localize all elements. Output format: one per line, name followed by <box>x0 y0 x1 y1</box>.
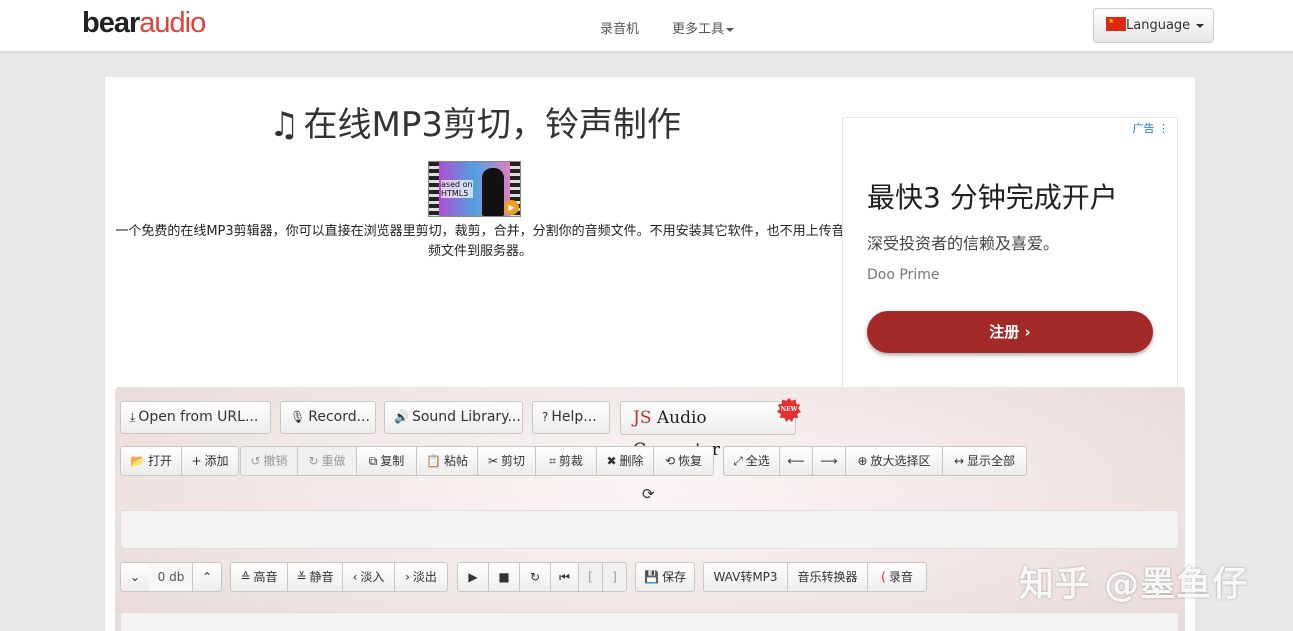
save-button[interactable]: 💾 保存 <box>635 562 695 592</box>
redo-icon: ↻ <box>308 454 319 468</box>
more-vert-icon: ⋮ <box>1158 122 1169 135</box>
stop-icon: ■ <box>498 570 510 584</box>
paste-icon: 📋 <box>426 454 441 468</box>
top-navbar: bearaudio 录音机 更多工具 Language <box>0 0 1293 52</box>
move-right-button[interactable]: ⟶ <box>812 446 846 476</box>
sound-library-button[interactable]: 🔊 Sound Library... <box>384 401 523 434</box>
volume-down-button[interactable]: ⌄ <box>120 562 150 592</box>
show-all-button[interactable]: ↔ 显示全部 <box>942 446 1027 476</box>
microphone-icon: 🎙 <box>290 410 306 424</box>
chevron-down-icon: ⌄ <box>129 570 141 584</box>
move-left-button[interactable]: ⟵ <box>779 446 813 476</box>
select-all-button[interactable]: ⤢ 全选 <box>723 446 780 476</box>
wav-to-mp3-button[interactable]: WAV转MP3 <box>703 562 788 592</box>
volume-icon: 🔊 <box>394 410 409 424</box>
arrow-right-icon: ⟶ <box>820 454 838 468</box>
new-badge: NEW <box>777 398 801 422</box>
angle-right-icon: › <box>405 570 410 584</box>
play-button[interactable]: ▶ <box>457 562 489 592</box>
page-title: ♫ 在线MP3剪切，铃声制作 <box>269 105 681 145</box>
crop-button[interactable]: ⌗ 剪裁 <box>535 446 597 476</box>
fade-out-button[interactable]: › 淡出 <box>394 562 448 592</box>
volume-up-button[interactable]: ⌃ <box>192 562 222 592</box>
film-strip-left <box>429 162 439 216</box>
refresh-icon[interactable]: ⟳ <box>642 485 655 503</box>
ad-brand: Doo Prime <box>867 267 940 283</box>
question-icon: ? <box>542 410 549 424</box>
undo-icon: ↺ <box>250 454 261 468</box>
open-button[interactable]: 📂 打开 <box>120 446 182 476</box>
caret-down-icon <box>1196 23 1205 28</box>
double-down-icon: ≚ <box>296 570 307 584</box>
music-note-icon: ♫ <box>269 105 300 145</box>
copy-icon: ⧉ <box>368 454 378 468</box>
record-button[interactable]: 🎙 Record... <box>280 401 376 434</box>
redo-button[interactable]: ↻ 重做 <box>297 446 357 476</box>
music-converter-button[interactable]: 音乐转换器 <box>787 562 868 592</box>
presenter-figure <box>482 168 504 216</box>
secondary-track <box>120 612 1179 631</box>
mute-button[interactable]: ≚ 静音 <box>287 562 343 592</box>
paste-button[interactable]: 📋 粘帖 <box>416 446 478 476</box>
stop-button[interactable]: ■ <box>488 562 520 592</box>
crop-icon: ⌗ <box>549 454 556 468</box>
expand-arrows-icon: ⤢ <box>733 454 743 468</box>
page-description: 一个免费的在线MP3剪辑器，你可以直接在浏览器里剪切，裁剪，合并，分割你的音频文… <box>115 224 845 259</box>
mark-end-button[interactable]: ] <box>602 562 627 592</box>
loop-button[interactable]: ↻ <box>519 562 551 592</box>
angle-left-icon: ‹ <box>352 570 358 584</box>
history-icon: ⟲ <box>664 454 676 468</box>
record-wave-icon: ( <box>881 570 886 584</box>
cut-button[interactable]: ✂ 剪切 <box>477 446 536 476</box>
fade-in-button[interactable]: ‹ 淡入 <box>342 562 395 592</box>
copy-button[interactable]: ⧉ 复制 <box>356 446 417 476</box>
undo-button[interactable]: ↺ 撤销 <box>240 446 298 476</box>
china-flag-icon <box>1106 17 1126 31</box>
plus-icon: + <box>191 454 202 468</box>
nav-link-recorder[interactable]: 录音机 <box>600 18 639 37</box>
arrow-left-icon: ⟵ <box>787 454 805 468</box>
volume-value: 0 db <box>149 562 193 592</box>
download-icon: ⤓ <box>130 410 136 424</box>
nav-link-more-tools[interactable]: 更多工具 <box>672 18 735 37</box>
restore-button[interactable]: ⟲ 恢复 <box>653 446 714 476</box>
ad-box[interactable]: 广告 ⋮ 最快3 分钟完成开户 深受投资者的信赖及喜爱。 Doo Prime 注… <box>842 117 1178 396</box>
ad-title: 最快3 分钟完成开户 <box>867 181 1118 214</box>
skip-back-button[interactable]: ⏮ <box>550 562 579 592</box>
repeat-icon: ↻ <box>529 570 541 584</box>
ad-tag[interactable]: 广告 ⋮ <box>1133 120 1170 136</box>
chevron-up-icon: ⌃ <box>201 570 213 584</box>
scissors-icon: ✂ <box>487 454 499 468</box>
double-up-icon: ≙ <box>240 570 251 584</box>
bearaudio-logo[interactable]: bearaudio <box>82 6 206 40</box>
open-from-url-button[interactable]: ⤓ Open from URL... <box>120 401 271 434</box>
play-icon: ▶ <box>504 200 519 215</box>
mark-start-button[interactable]: [ <box>578 562 603 592</box>
tutorial-video-thumbnail[interactable]: ased on HTML5 ▶ <box>428 161 521 217</box>
delete-button[interactable]: ✖ 删除 <box>596 446 654 476</box>
chevron-right-icon: › <box>1024 323 1031 341</box>
video-caption: ased on HTML5 <box>441 180 473 198</box>
zoom-selection-button[interactable]: ⊕ 放大选择区 <box>845 446 943 476</box>
add-button[interactable]: + 添加 <box>181 446 239 476</box>
step-backward-icon: ⏮ <box>559 570 570 584</box>
waveform-track[interactable] <box>120 510 1179 549</box>
ad-register-button[interactable]: 注册 › <box>867 311 1153 353</box>
zhihu-watermark: 知乎 @墨鱼仔 <box>1019 565 1249 605</box>
help-button[interactable]: ? Help... <box>532 401 610 434</box>
zoom-in-icon: ⊕ <box>857 454 868 468</box>
ad-subtitle: 深受投资者的信赖及喜爱。 <box>867 234 1060 253</box>
language-button[interactable]: Language <box>1093 8 1214 43</box>
treble-button[interactable]: ≙ 高音 <box>230 562 288 592</box>
record-cn-button[interactable]: (录音 <box>867 562 927 592</box>
folder-open-icon: 📂 <box>130 454 145 468</box>
js-audio-converter-button[interactable]: JS Audio Converter NEW <box>620 398 801 460</box>
delete-x-icon: ✖ <box>606 454 617 468</box>
play-icon: ▶ <box>468 570 478 584</box>
caret-down-icon <box>726 27 735 32</box>
horizontal-arrows-icon: ↔ <box>953 454 965 468</box>
floppy-disk-icon: 💾 <box>644 570 659 584</box>
